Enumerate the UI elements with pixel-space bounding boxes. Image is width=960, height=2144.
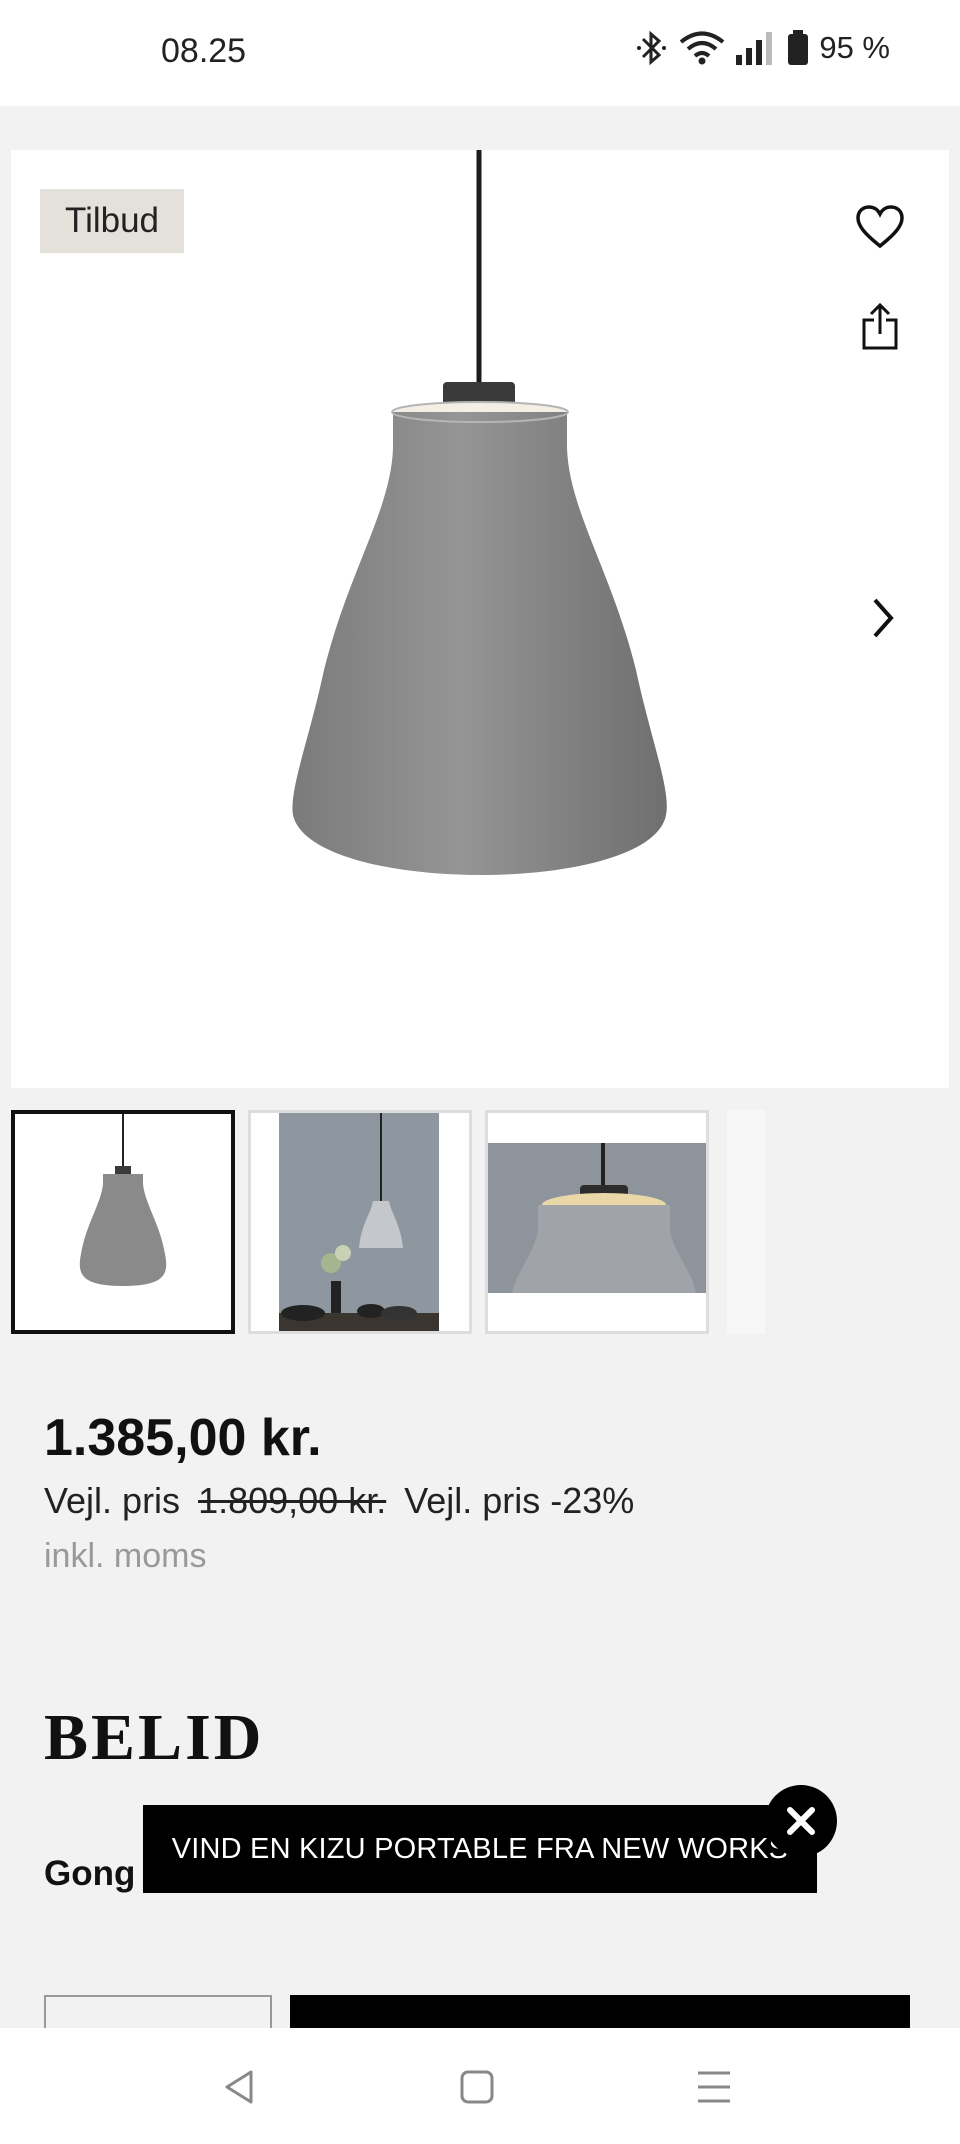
nav-back-icon[interactable] bbox=[214, 2062, 264, 2112]
rrp-label: Vejl. pris bbox=[44, 1480, 181, 1521]
nav-home-icon[interactable] bbox=[452, 2062, 502, 2112]
product-main-image[interactable] bbox=[11, 150, 949, 1088]
close-icon[interactable] bbox=[765, 1785, 837, 1857]
product-price: 1.385,00 kr. bbox=[44, 1409, 322, 1467]
product-name: Gong bbox=[44, 1854, 136, 1893]
status-time: 08.25 bbox=[161, 32, 247, 70]
signal-icon bbox=[735, 31, 777, 65]
wifi-icon bbox=[679, 31, 725, 65]
system-nav-bar bbox=[0, 2028, 960, 2144]
chevron-right-icon[interactable] bbox=[860, 592, 904, 644]
promo-banner[interactable]: VIND EN KIZU PORTABLE FRA NEW WORKS bbox=[143, 1805, 817, 1893]
offer-badge: Tilbud bbox=[40, 189, 184, 253]
recommended-price-line: Vejl. pris 1.809,00 kr. Vejl. pris -23% bbox=[44, 1480, 634, 1522]
discount-label: Vejl. pris -23% bbox=[404, 1480, 635, 1521]
thumbnail-2[interactable] bbox=[248, 1110, 472, 1334]
pendant-lamp-image bbox=[292, 150, 667, 875]
thumbnail-next-peek[interactable] bbox=[727, 1110, 765, 1334]
rrp-value: 1.809,00 kr. bbox=[198, 1480, 387, 1521]
status-bar: 08.25 95 % bbox=[0, 0, 960, 106]
nav-menu-icon[interactable] bbox=[689, 2062, 739, 2112]
brand-logo[interactable]: BELID bbox=[44, 1700, 264, 1776]
battery-icon bbox=[787, 30, 809, 66]
thumbnail-3[interactable] bbox=[485, 1110, 709, 1334]
thumbnail-strip bbox=[11, 1110, 960, 1336]
bluetooth-icon bbox=[635, 30, 669, 66]
share-icon[interactable] bbox=[857, 300, 903, 354]
status-icons: 95 % bbox=[635, 30, 890, 66]
heart-icon[interactable] bbox=[853, 200, 907, 254]
thumbnail-1[interactable] bbox=[11, 1110, 235, 1334]
vat-note: inkl. moms bbox=[44, 1537, 207, 1575]
battery-level: 95 % bbox=[819, 30, 890, 65]
